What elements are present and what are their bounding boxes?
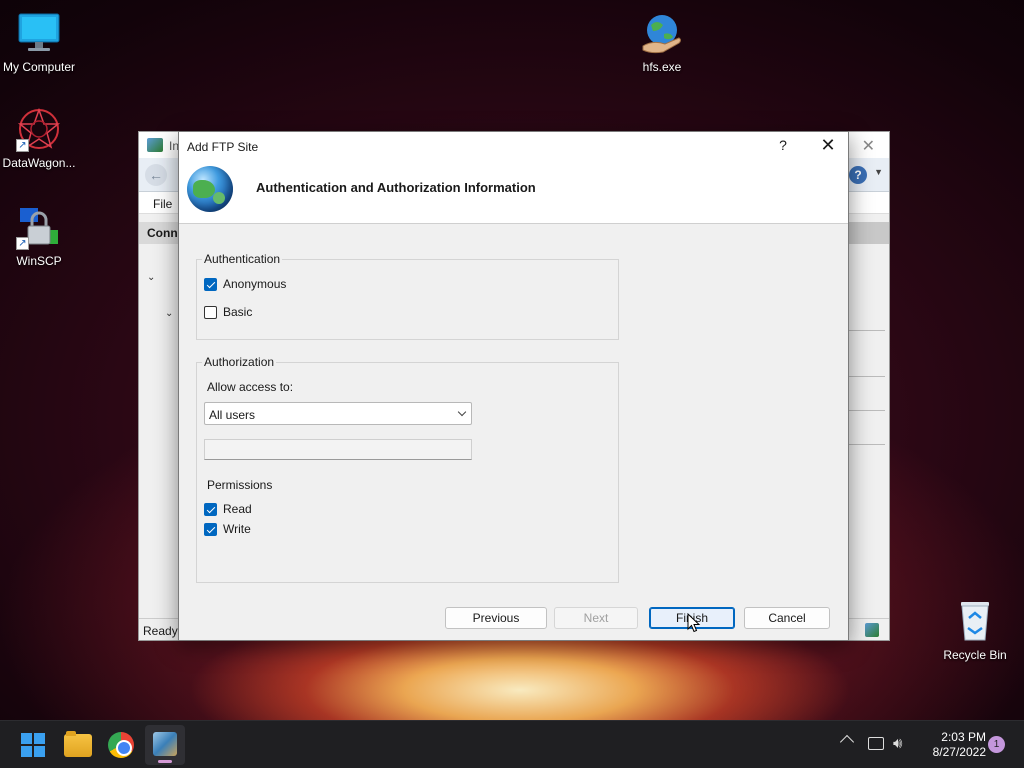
file-explorer-icon[interactable]	[64, 731, 92, 757]
menu-file[interactable]: File	[153, 197, 172, 211]
desktop-icon-recycle-bin[interactable]: Recycle Bin	[932, 598, 1018, 662]
write-checkbox[interactable]	[204, 522, 217, 536]
help-icon[interactable]: ?	[849, 166, 867, 184]
authorization-group-label: Authorization	[202, 355, 277, 369]
shortcut-arrow-icon: ↗	[16, 237, 29, 250]
read-label: Read	[223, 502, 252, 516]
clock-time: 2:03 PM	[941, 730, 986, 744]
desktop-icon-hfs[interactable]: hfs.exe	[619, 10, 705, 74]
next-button[interactable]: Next	[554, 607, 638, 629]
system-clock[interactable]: 2:03 PM 8/27/2022	[920, 730, 986, 760]
active-indicator	[158, 760, 172, 763]
desktop-icon-datawagon[interactable]: ↗ DataWagon...	[0, 106, 82, 170]
volume-icon[interactable]: 🔊︎	[893, 735, 902, 752]
iis-manager-icon	[153, 732, 177, 756]
authentication-group-label: Authentication	[202, 252, 283, 266]
read-checkbox[interactable]	[204, 502, 217, 516]
chrome-icon[interactable]	[108, 732, 134, 758]
tree-expand-icon[interactable]: ⌄	[165, 308, 173, 319]
monitor-icon	[16, 10, 62, 56]
datawagon-icon: ↗	[16, 106, 62, 152]
basic-checkbox[interactable]	[204, 305, 217, 319]
actions-header	[847, 222, 889, 244]
allow-access-dropdown[interactable]: All users	[204, 402, 472, 425]
clock-date: 8/27/2022	[932, 745, 986, 759]
page-title: Authentication and Authorization Informa…	[256, 180, 536, 195]
chevron-down-icon	[457, 407, 467, 417]
divider	[849, 444, 885, 445]
read-checkbox-row[interactable]: Read	[204, 502, 252, 516]
dialog-title: Add FTP Site	[187, 140, 259, 154]
dialog-titlebar: Add FTP Site ? ✕	[179, 132, 848, 160]
allow-access-selected-value: All users	[209, 408, 256, 422]
basic-checkbox-row[interactable]: Basic	[204, 305, 252, 319]
anonymous-label: Anonymous	[223, 277, 287, 291]
basic-label: Basic	[223, 305, 253, 319]
recycle-bin-icon	[952, 598, 998, 644]
iis-close-icon[interactable]: ✕	[862, 136, 875, 156]
back-arrow-icon[interactable]: ←	[145, 164, 167, 186]
help-dropdown-caret-icon[interactable]: ▼	[874, 167, 883, 177]
close-button[interactable]: ✕	[820, 135, 836, 156]
divider	[849, 410, 885, 411]
divider	[849, 330, 885, 331]
authentication-group	[196, 259, 619, 340]
shortcut-arrow-icon: ↗	[16, 139, 29, 152]
connections-header: Conn	[139, 222, 179, 244]
cancel-button[interactable]: Cancel	[744, 607, 830, 629]
notification-badge[interactable]: 1	[988, 736, 1005, 753]
mouse-cursor-icon	[687, 613, 701, 633]
desktop-icon-label: DataWagon...	[2, 156, 76, 170]
desktop-icon-winscp[interactable]: ↗ WinSCP	[0, 204, 82, 268]
show-hidden-icons-chevron-icon[interactable]	[839, 734, 855, 750]
dialog-banner: Authentication and Authorization Informa…	[179, 160, 848, 224]
tree-expand-icon[interactable]: ⌄	[147, 272, 155, 283]
status-server-icon	[865, 623, 879, 637]
taskbar-iis-manager-button[interactable]	[145, 725, 185, 765]
taskbar: 🔊︎ 2:03 PM 8/27/2022 1	[0, 720, 1024, 768]
desktop-icon-label: WinSCP	[16, 254, 62, 268]
add-ftp-site-dialog: Add FTP Site ? ✕ Authentication and Auth…	[178, 131, 849, 641]
globe-hand-icon	[639, 10, 685, 56]
winscp-icon: ↗	[16, 204, 62, 250]
windows-start-icon[interactable]	[19, 731, 47, 759]
users-roles-input	[204, 439, 472, 460]
anonymous-checkbox[interactable]	[204, 277, 217, 291]
desktop-icon-label: Recycle Bin	[943, 648, 1007, 662]
divider	[849, 376, 885, 377]
desktop-icon-my-computer[interactable]: My Computer	[0, 10, 82, 74]
write-label: Write	[223, 522, 251, 536]
desktop-icon-label: hfs.exe	[642, 60, 682, 74]
network-icon[interactable]	[868, 737, 884, 750]
anonymous-checkbox-row[interactable]: Anonymous	[204, 277, 286, 291]
globe-icon	[187, 166, 233, 212]
help-button[interactable]: ?	[778, 137, 788, 153]
permissions-label: Permissions	[207, 478, 273, 492]
previous-button[interactable]: Previous	[445, 607, 547, 629]
allow-access-label: Allow access to:	[207, 380, 294, 394]
desktop-icon-label: My Computer	[2, 60, 76, 74]
status-text: Ready	[143, 624, 178, 638]
authorization-group	[196, 362, 619, 583]
iis-app-icon	[147, 138, 163, 152]
write-checkbox-row[interactable]: Write	[204, 522, 251, 536]
